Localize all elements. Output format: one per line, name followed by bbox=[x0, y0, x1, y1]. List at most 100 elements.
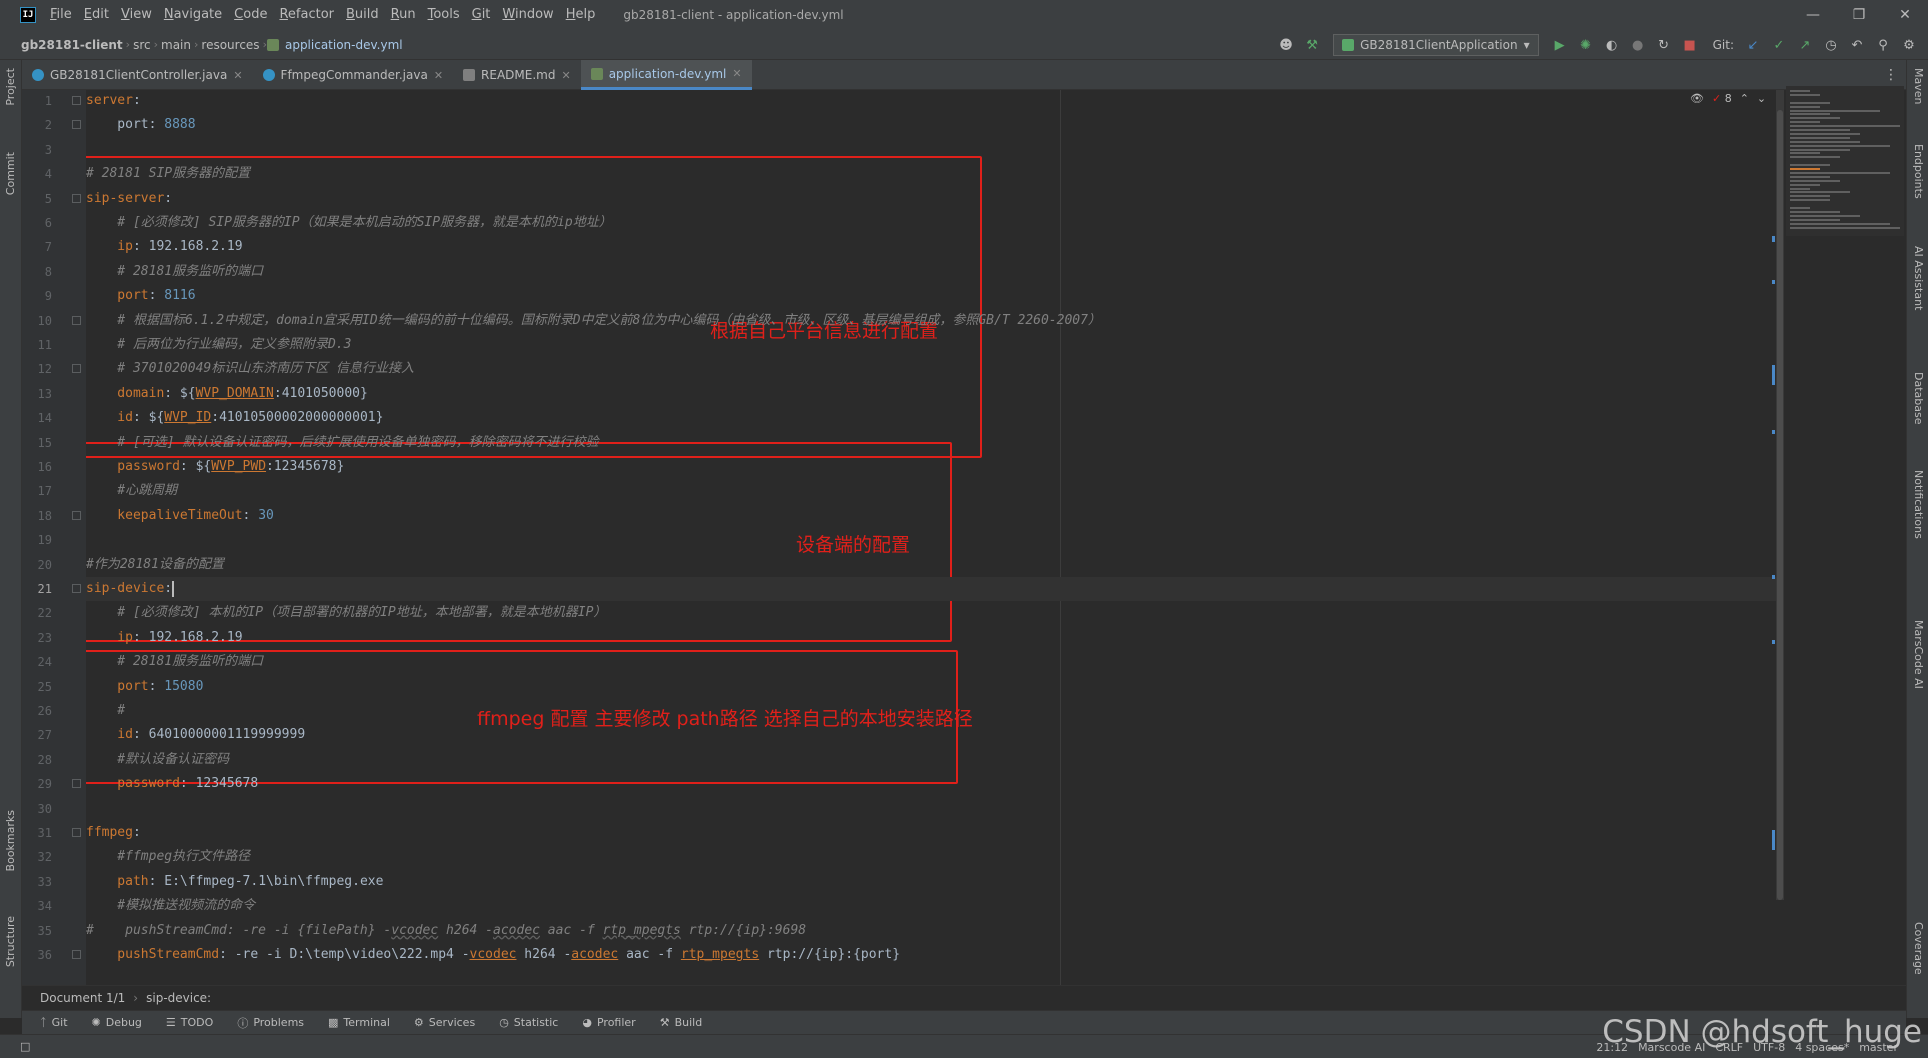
line-number[interactable]: 9 bbox=[22, 284, 52, 308]
code-line[interactable]: # bbox=[86, 699, 1780, 723]
line-number[interactable]: 15 bbox=[22, 431, 52, 455]
code-line[interactable]: port: 8116 bbox=[86, 284, 1780, 308]
line-number[interactable]: 17 bbox=[22, 479, 52, 503]
tool-window-terminal[interactable]: ▩ Terminal bbox=[328, 1016, 390, 1029]
fold-marker-icon[interactable] bbox=[72, 96, 81, 105]
chevron-down-icon[interactable]: ⌄ bbox=[1757, 92, 1766, 105]
line-number[interactable]: 10 bbox=[22, 309, 52, 333]
code-line[interactable]: # 3701020049标识山东济南历下区 信息行业接入 bbox=[86, 357, 1780, 381]
error-stripe-marker[interactable] bbox=[1772, 575, 1775, 579]
fold-marker-icon[interactable] bbox=[72, 584, 81, 593]
tool-window-git[interactable]: ᛏ Git bbox=[40, 1016, 68, 1029]
fold-marker-icon[interactable] bbox=[72, 828, 81, 837]
tool-tab-notifications[interactable]: Notifications bbox=[1912, 470, 1925, 539]
line-number[interactable]: 31 bbox=[22, 821, 52, 845]
code-line[interactable]: server: bbox=[86, 90, 1780, 113]
tool-tab-commit[interactable]: Commit bbox=[4, 152, 17, 195]
attach-icon[interactable]: ↻ bbox=[1653, 34, 1675, 56]
line-number[interactable]: 1 bbox=[22, 89, 52, 113]
code-line[interactable]: keepaliveTimeOut: 30 bbox=[86, 504, 1780, 528]
line-number[interactable]: 29 bbox=[22, 772, 52, 796]
tab-gb28181-client-controller[interactable]: GB28181ClientController.java ✕ bbox=[22, 60, 253, 90]
line-number[interactable]: 24 bbox=[22, 650, 52, 674]
crumb-src[interactable]: src bbox=[130, 38, 154, 52]
code-line[interactable] bbox=[86, 138, 1780, 162]
menu-navigate[interactable]: Navigate bbox=[158, 0, 228, 30]
tool-tab-marscode-ai[interactable]: MarsCode AI bbox=[1912, 620, 1925, 689]
inspections-widget[interactable]: 👁 ✓ 8 ⌃ ⌄ bbox=[1690, 92, 1766, 105]
tool-tab-database[interactable]: Database bbox=[1912, 372, 1925, 425]
code-line[interactable]: # 28181服务监听的端口 bbox=[86, 650, 1780, 674]
line-number[interactable]: 22 bbox=[22, 601, 52, 625]
line-number[interactable]: 4 bbox=[22, 162, 52, 186]
line-number[interactable]: 33 bbox=[22, 870, 52, 894]
git-history-icon[interactable]: ◷ bbox=[1820, 34, 1842, 56]
line-number[interactable]: 28 bbox=[22, 748, 52, 772]
code-line[interactable]: ffmpeg: bbox=[86, 821, 1780, 845]
tool-tab-project[interactable]: Project bbox=[4, 68, 17, 106]
error-stripe-marker[interactable] bbox=[1772, 830, 1775, 850]
code-line[interactable]: # [必须修改] 本机的IP（项目部署的机器的IP地址，本地部署，就是本地机器I… bbox=[86, 601, 1780, 625]
line-number[interactable]: 8 bbox=[22, 260, 52, 284]
more-options-icon[interactable]: ⋮ bbox=[1884, 67, 1898, 83]
code-editor[interactable]: 根据自己平台信息进行配置 设备端的配置 ffmpeg 配置 主要修改 path路… bbox=[86, 90, 1780, 985]
tool-tab-ai-assistant[interactable]: AI Assistant bbox=[1912, 246, 1925, 310]
line-number[interactable]: 20 bbox=[22, 553, 52, 577]
line-number[interactable]: 25 bbox=[22, 675, 52, 699]
tool-window-debug[interactable]: ✺ Debug bbox=[92, 1016, 142, 1029]
warning-count[interactable]: ✓ 8 bbox=[1712, 92, 1732, 105]
code-line[interactable]: domain: ${WVP_DOMAIN:4101050000} bbox=[86, 382, 1780, 406]
tool-window-services[interactable]: ⚙ Services bbox=[414, 1016, 475, 1029]
line-number[interactable]: 21 bbox=[22, 577, 52, 601]
git-update-icon[interactable]: ↙ bbox=[1742, 34, 1764, 56]
line-number[interactable]: 35 bbox=[22, 919, 52, 943]
code-line[interactable] bbox=[86, 797, 1780, 821]
line-number[interactable]: 6 bbox=[22, 211, 52, 235]
fold-marker-icon[interactable] bbox=[72, 779, 81, 789]
coverage-icon[interactable]: ◐ bbox=[1601, 34, 1623, 56]
line-number[interactable]: 5 bbox=[22, 187, 52, 211]
code-line[interactable]: id: 64010000001119999999 bbox=[86, 723, 1780, 747]
line-number[interactable]: 23 bbox=[22, 626, 52, 650]
code-line[interactable]: pushStreamCmd: -re -i D:\temp\video\222.… bbox=[86, 943, 1780, 967]
code-line[interactable]: ip: 192.168.2.19 bbox=[86, 235, 1780, 259]
code-line[interactable]: path: E:\ffmpeg-7.1\bin\ffmpeg.exe bbox=[86, 870, 1780, 894]
reader-mode-icon[interactable]: 👁 bbox=[1690, 92, 1704, 105]
error-stripe-marker[interactable] bbox=[1772, 365, 1775, 385]
settings-gear-icon[interactable]: ⚙ bbox=[1898, 34, 1920, 56]
crumb-main[interactable]: main bbox=[158, 38, 194, 52]
fold-marker-icon[interactable] bbox=[72, 120, 81, 130]
code-line[interactable]: port: 15080 bbox=[86, 675, 1780, 699]
code-line[interactable]: password: 12345678 bbox=[86, 772, 1780, 796]
document-indicator[interactable]: Document 1/1 bbox=[40, 991, 125, 1005]
menu-edit[interactable]: Edit bbox=[78, 0, 115, 30]
code-line[interactable]: #ffmpeg执行文件路径 bbox=[86, 845, 1780, 869]
error-stripe-marker[interactable] bbox=[1772, 430, 1775, 434]
crumb-file[interactable]: application-dev.yml bbox=[282, 38, 406, 52]
line-number[interactable]: 16 bbox=[22, 455, 52, 479]
chevron-up-icon[interactable]: ⌃ bbox=[1740, 92, 1749, 105]
line-number[interactable]: 26 bbox=[22, 699, 52, 723]
line-number[interactable]: 32 bbox=[22, 845, 52, 869]
build-hammer-icon[interactable]: ⚒ bbox=[1301, 34, 1323, 56]
line-number[interactable]: 13 bbox=[22, 382, 52, 406]
stop-icon[interactable]: ■ bbox=[1679, 34, 1701, 56]
code-line[interactable]: #作为28181设备的配置 bbox=[86, 553, 1780, 577]
git-commit-icon[interactable]: ✓ bbox=[1768, 34, 1790, 56]
menu-help[interactable]: Help bbox=[560, 0, 602, 30]
line-number[interactable]: 11 bbox=[22, 333, 52, 357]
menu-window[interactable]: Window bbox=[496, 0, 559, 30]
menu-git[interactable]: Git bbox=[466, 0, 497, 30]
tool-tab-maven[interactable]: Maven bbox=[1912, 68, 1925, 104]
close-tab-icon[interactable]: ✕ bbox=[561, 69, 570, 82]
line-number[interactable]: 19 bbox=[22, 528, 52, 552]
tool-tab-coverage[interactable]: Coverage bbox=[1912, 922, 1925, 975]
line-number[interactable]: 27 bbox=[22, 723, 52, 747]
tab-application-dev-yml[interactable]: application-dev.yml ✕ bbox=[580, 60, 752, 90]
tool-window-profiler[interactable]: ◕ Profiler bbox=[582, 1016, 635, 1029]
code-line[interactable]: password: ${WVP_PWD:12345678} bbox=[86, 455, 1780, 479]
vertical-scrollbar[interactable] bbox=[1776, 90, 1784, 900]
yaml-path[interactable]: sip-device: bbox=[146, 991, 211, 1005]
code-line[interactable]: ip: 192.168.2.19 bbox=[86, 626, 1780, 650]
fold-marker-icon[interactable] bbox=[72, 364, 81, 374]
